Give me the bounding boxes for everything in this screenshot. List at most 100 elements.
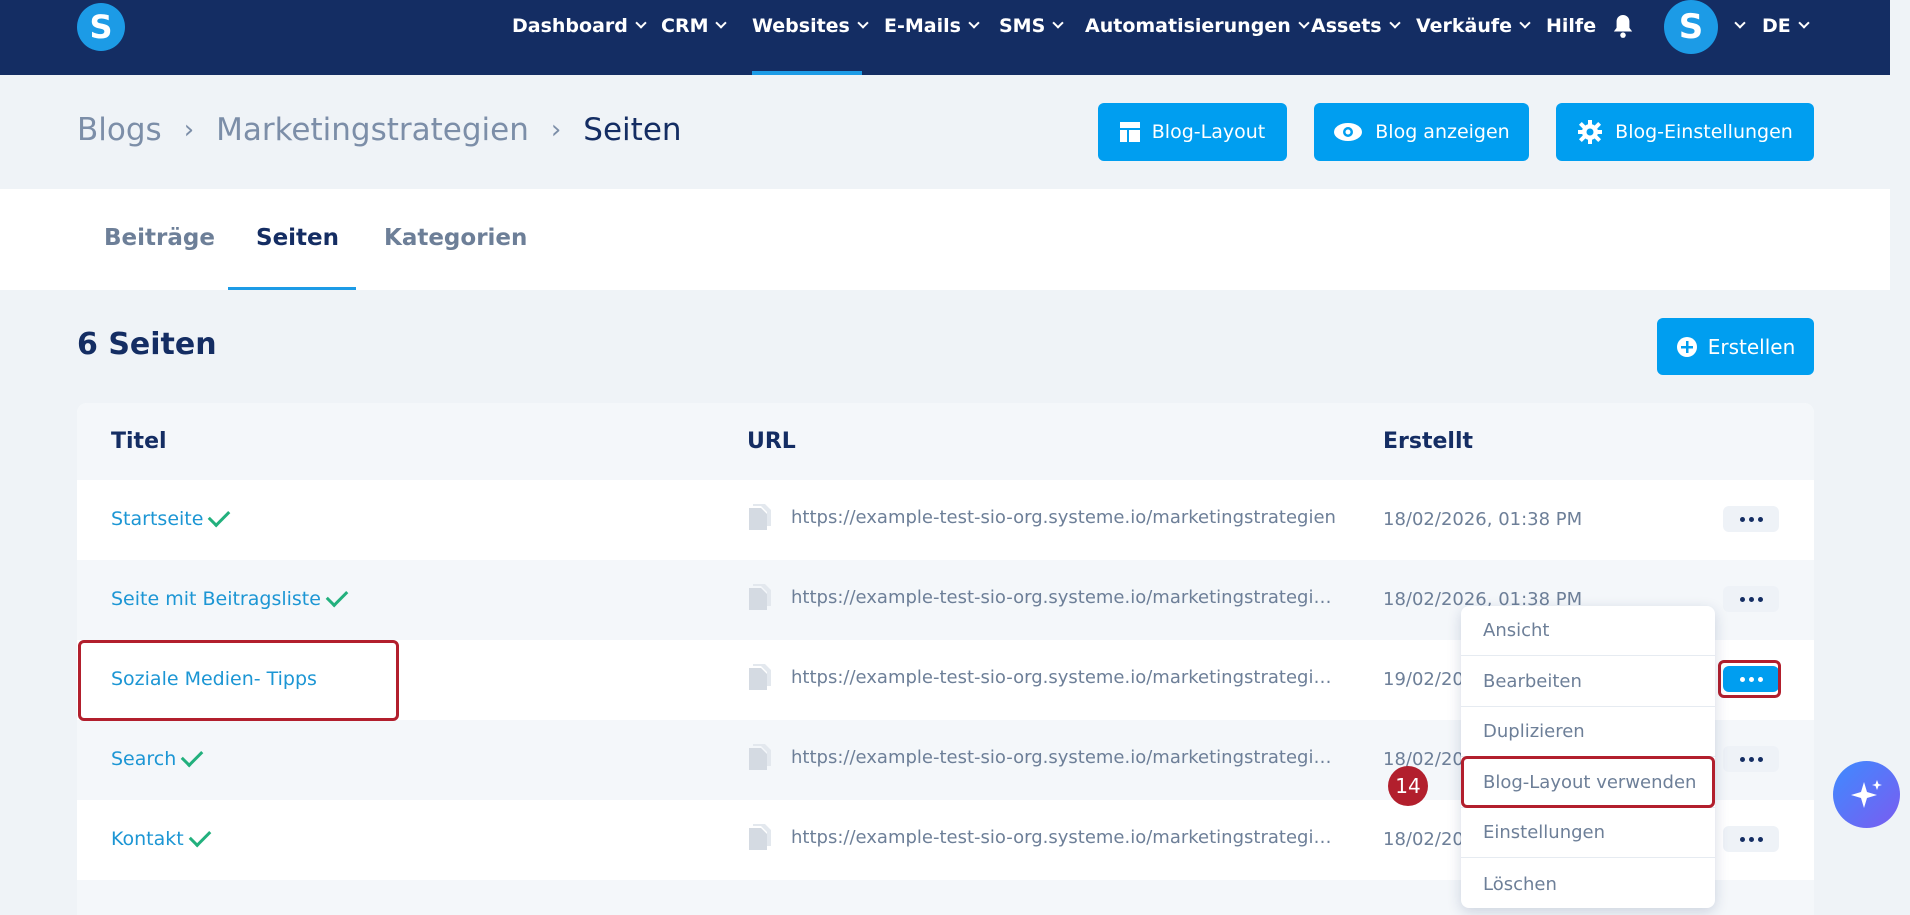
- menu-item-bearbeiten[interactable]: Bearbeiten: [1461, 657, 1715, 707]
- menu-item-duplizieren[interactable]: Duplizieren: [1461, 707, 1715, 757]
- copy-icon[interactable]: [747, 664, 771, 692]
- dot: [1757, 836, 1763, 842]
- tab-seiten[interactable]: Seiten: [256, 225, 339, 251]
- page-created-date: 18/02/20: [1383, 829, 1464, 850]
- blog-layout-label: Blog-Layout: [1151, 121, 1266, 143]
- step-number-badge: 14: [1388, 766, 1428, 806]
- dot: [1739, 596, 1745, 602]
- page-count-title: 6 Seiten: [77, 327, 217, 362]
- dot: [1739, 516, 1745, 522]
- copy-icon[interactable]: [747, 744, 771, 772]
- dot: [1748, 596, 1754, 602]
- avatar-menu-toggle[interactable]: [1727, 0, 1746, 52]
- page-url: https://example-test-sio-org.systeme.io/…: [791, 747, 1341, 768]
- highlight-actions-box: [1718, 660, 1781, 698]
- nav-label: Assets: [1311, 15, 1382, 37]
- menu-item-loeschen[interactable]: Löschen: [1461, 859, 1715, 909]
- blog-view-button[interactable]: Blog anzeigen: [1314, 103, 1529, 161]
- page-title-text: Startseite: [111, 508, 204, 530]
- page-title-link[interactable]: Kontakt: [111, 824, 212, 850]
- chevron-down-icon: [968, 17, 980, 29]
- page-title-text: Kontakt: [111, 828, 184, 850]
- highlight-title-box: [78, 640, 399, 721]
- dot: [1757, 756, 1763, 762]
- nav-label: SMS: [999, 15, 1046, 37]
- check-icon: [325, 584, 349, 608]
- dot: [1748, 756, 1754, 762]
- page-title-link[interactable]: Search: [111, 744, 204, 770]
- nav-crm[interactable]: CRM: [661, 0, 728, 52]
- top-navbar: S Dashboard CRM Websites E-Mails SMS Aut…: [0, 0, 1890, 75]
- app-logo[interactable]: S: [77, 3, 125, 51]
- page-title-link[interactable]: Seite mit Beitragsliste: [111, 584, 349, 610]
- dot: [1757, 516, 1763, 522]
- nav-sms[interactable]: SMS: [999, 0, 1064, 52]
- dot: [1748, 516, 1754, 522]
- nav-assets[interactable]: Assets: [1311, 0, 1401, 52]
- copy-icon[interactable]: [747, 584, 771, 612]
- nav-label: Automatisierungen: [1085, 15, 1291, 37]
- row-actions-button[interactable]: [1723, 586, 1779, 612]
- language-label: DE: [1762, 15, 1791, 37]
- dot: [1757, 596, 1763, 602]
- page-url: https://example-test-sio-org.systeme.io/…: [791, 667, 1341, 688]
- page-created-date: 18/02/2026, 01:38 PM: [1383, 509, 1583, 530]
- column-header-title: Titel: [111, 429, 167, 454]
- nav-emails[interactable]: E-Mails: [884, 0, 980, 52]
- menu-item-ansicht[interactable]: Ansicht: [1461, 606, 1715, 656]
- tab-kategorien[interactable]: Kategorien: [384, 225, 527, 251]
- nav-dashboard[interactable]: Dashboard: [512, 0, 647, 52]
- page-url: https://example-test-sio-org.systeme.io/…: [791, 507, 1336, 528]
- chevron-down-icon: [635, 17, 647, 29]
- blog-settings-label: Blog-Einstellungen: [1615, 121, 1793, 143]
- copy-icon[interactable]: [747, 824, 771, 852]
- avatar[interactable]: S: [1664, 0, 1718, 54]
- page-url: https://example-test-sio-org.systeme.io/…: [791, 587, 1341, 608]
- blog-view-label: Blog anzeigen: [1375, 121, 1510, 143]
- table-row: Startseite https://example-test-sio-org.…: [77, 480, 1814, 560]
- nav-label: CRM: [661, 15, 709, 37]
- chevron-down-icon: [1519, 17, 1531, 29]
- chevron-down-icon: [857, 17, 869, 29]
- dot: [1739, 756, 1745, 762]
- nav-automatisierungen[interactable]: Automatisierungen: [1085, 0, 1310, 52]
- blog-layout-button[interactable]: Blog-Layout: [1098, 103, 1287, 161]
- row-actions-button[interactable]: [1723, 826, 1779, 852]
- page-title-text: Search: [111, 748, 177, 770]
- chevron-right-icon: ›: [183, 115, 195, 145]
- tab-active-indicator: [228, 287, 356, 290]
- copy-icon[interactable]: [747, 504, 771, 532]
- page-title-text: Seite mit Beitragsliste: [111, 588, 321, 610]
- blog-settings-button[interactable]: Blog-Einstellungen: [1556, 103, 1814, 161]
- breadcrumb-blog[interactable]: Marketingstrategien: [216, 112, 529, 148]
- tab-beitraege[interactable]: Beiträge: [104, 225, 215, 251]
- row-actions-button[interactable]: [1723, 506, 1779, 532]
- chevron-down-icon: [1734, 17, 1746, 29]
- nav-label: Websites: [752, 15, 850, 37]
- highlight-menu-item-box: [1461, 756, 1715, 808]
- breadcrumb: Blogs › Marketingstrategien › Seiten: [77, 112, 682, 148]
- language-selector[interactable]: DE: [1762, 0, 1810, 52]
- breadcrumb-blogs[interactable]: Blogs: [77, 112, 162, 148]
- sparkle-icon: [1850, 779, 1882, 808]
- nav-hilfe[interactable]: Hilfe: [1546, 0, 1596, 52]
- page-created-date: 18/02/20: [1383, 749, 1464, 770]
- nav-label: E-Mails: [884, 15, 961, 37]
- ai-assistant-button[interactable]: [1833, 761, 1900, 828]
- chevron-down-icon: [715, 17, 728, 29]
- dot: [1739, 836, 1745, 842]
- page-url: https://example-test-sio-org.systeme.io/…: [791, 827, 1341, 848]
- nav-websites[interactable]: Websites: [752, 0, 869, 52]
- eye-icon: [1334, 123, 1363, 141]
- plus-circle-icon: [1676, 336, 1697, 357]
- check-icon: [180, 744, 204, 768]
- nav-verkaeufe[interactable]: Verkäufe: [1416, 0, 1531, 52]
- chevron-right-icon: ›: [550, 115, 562, 145]
- tabs-bar: Beiträge Seiten Kategorien: [0, 189, 1890, 290]
- create-button[interactable]: Erstellen: [1657, 318, 1814, 375]
- row-actions-button[interactable]: [1723, 746, 1779, 772]
- page-title-link[interactable]: Startseite: [111, 504, 231, 530]
- bell-icon[interactable]: [1612, 13, 1634, 39]
- menu-item-einstellungen[interactable]: Einstellungen: [1461, 808, 1715, 858]
- check-icon: [188, 824, 212, 848]
